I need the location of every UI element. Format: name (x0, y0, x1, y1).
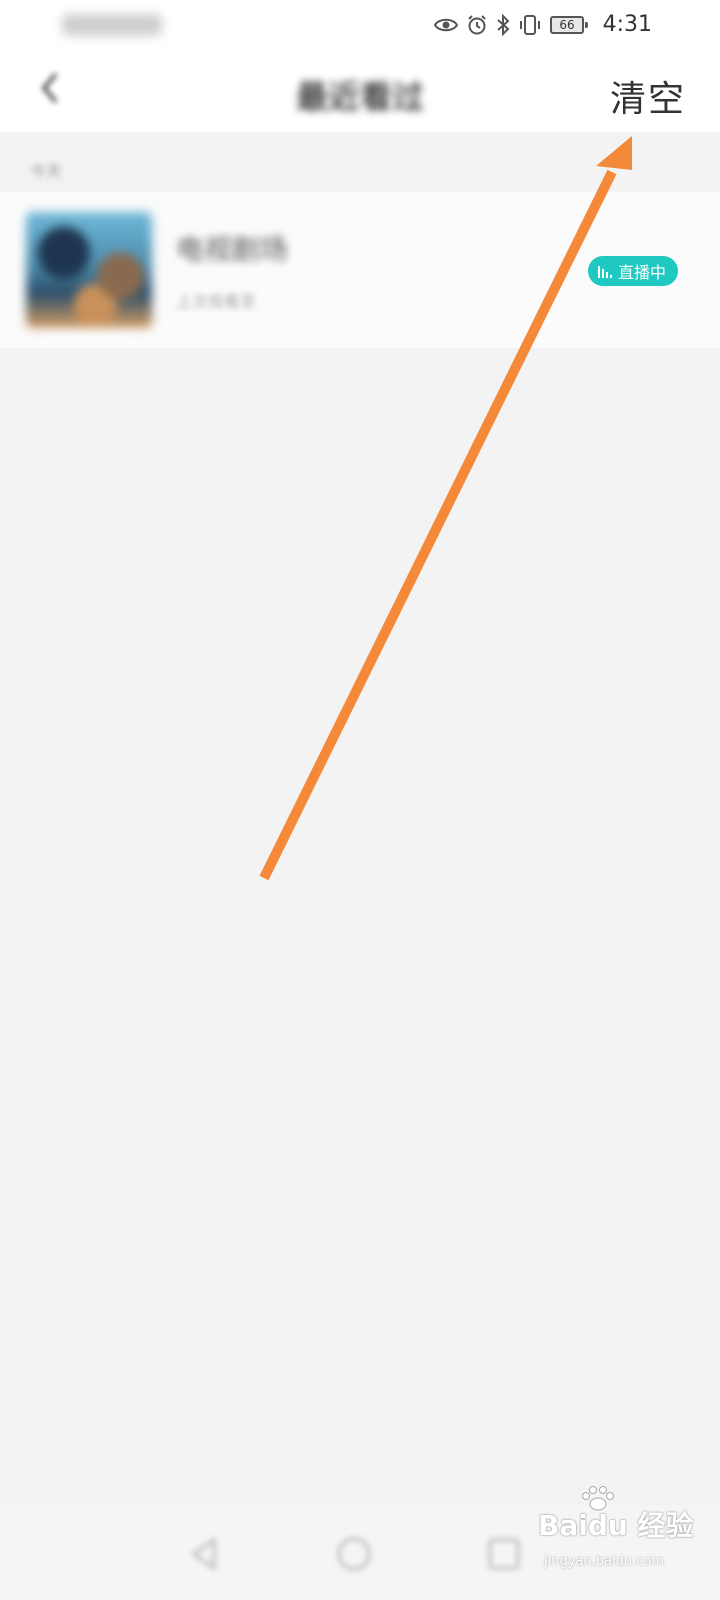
clear-button[interactable]: 清空 (610, 70, 686, 122)
home-circle-icon (334, 1537, 374, 1578)
history-list-item[interactable]: 电视剧场 上次观看至 直播中 (0, 192, 720, 348)
vibrate-icon (518, 14, 542, 36)
nav-recents-key[interactable] (484, 1534, 524, 1574)
section-header: 今天 (30, 162, 63, 181)
bluetooth-icon (496, 14, 510, 36)
item-title: 电视剧场 (176, 233, 289, 266)
screen: 66 4:31 最近看过 清空 今天 电视剧场 上次观看至 直播中 Baidu … (0, 0, 720, 1600)
live-badge: 直播中 (587, 256, 678, 286)
back-triangle-icon (184, 1537, 224, 1578)
nav-back-key[interactable] (184, 1534, 224, 1574)
eye-icon (434, 16, 458, 34)
status-icons: 66 (434, 10, 588, 40)
battery-icon: 66 (550, 16, 588, 34)
status-bar: 66 4:31 (0, 0, 720, 50)
live-badge-label: 直播中 (617, 263, 666, 282)
recents-square-icon (484, 1538, 524, 1578)
nav-bar: 最近看过 清空 (0, 50, 720, 132)
nav-home-key[interactable] (334, 1534, 374, 1574)
alarm-icon (466, 14, 488, 36)
status-time: 4:31 (602, 12, 652, 37)
carrier-signal (62, 14, 162, 36)
item-thumbnail (26, 212, 152, 328)
system-nav-bar (0, 1506, 720, 1600)
live-bars-icon (597, 264, 612, 278)
item-subtitle: 上次观看至 (176, 292, 257, 311)
